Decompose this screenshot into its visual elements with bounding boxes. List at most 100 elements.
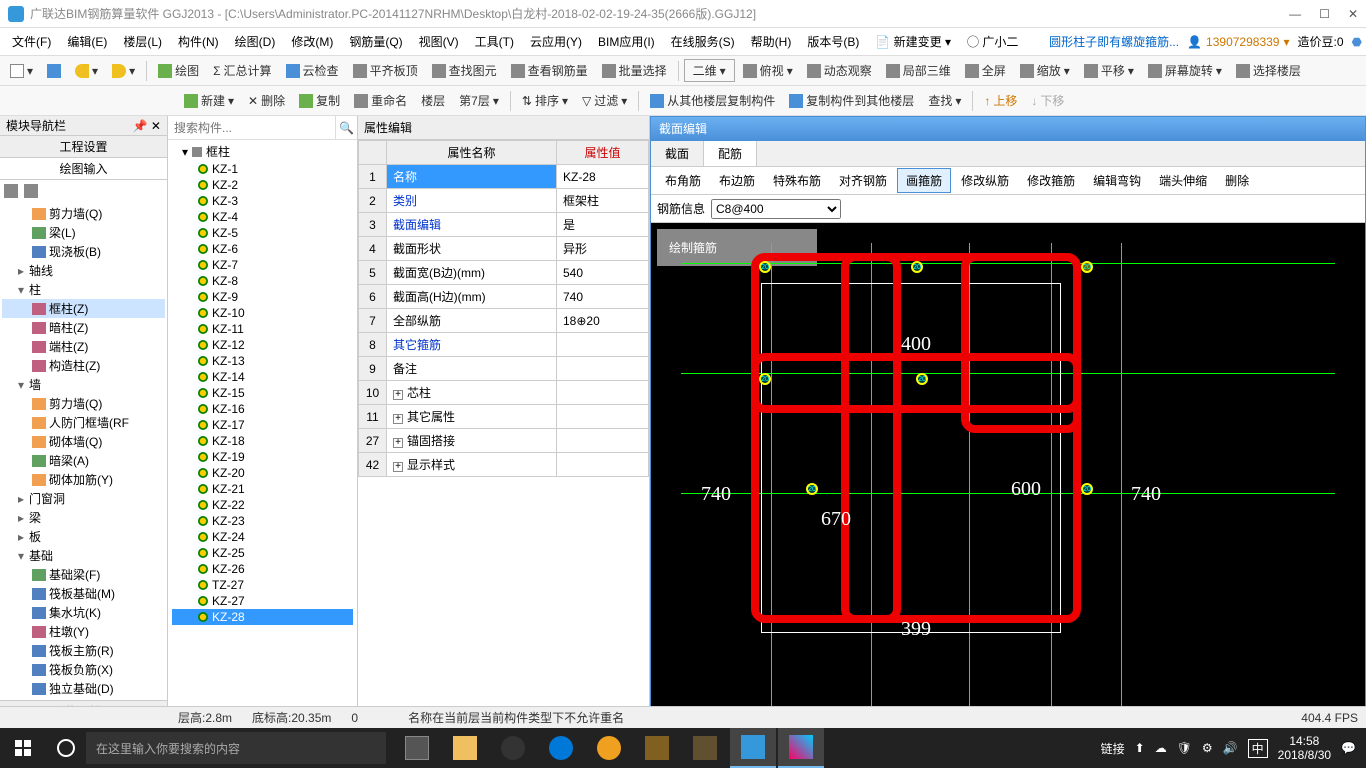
comp-item[interactable]: TZ-27	[172, 577, 353, 593]
tray-ime[interactable]: 中	[1248, 739, 1268, 758]
menu-item[interactable]: 构件(N)	[170, 31, 227, 53]
comp-item[interactable]: KZ-1	[172, 161, 353, 177]
nav-tree-node[interactable]: 剪力墙(Q)	[2, 204, 165, 223]
section-canvas[interactable]: 绘制箍筋 20 20 20 20 20 20 20	[651, 223, 1365, 721]
comp-item[interactable]: KZ-11	[172, 321, 353, 337]
app-ggj[interactable]	[730, 728, 776, 768]
app-misc1[interactable]	[634, 728, 680, 768]
nav-tree-node[interactable]: ▾基础	[2, 546, 165, 565]
comp-item[interactable]: KZ-22	[172, 497, 353, 513]
prop-row[interactable]: 27+锚固搭接	[359, 429, 649, 453]
nav-tree-node[interactable]: 暗梁(A)	[2, 451, 165, 470]
nav-tree-node[interactable]: ▸梁	[2, 508, 165, 527]
top-view-button[interactable]: 俯视 ▾	[737, 59, 799, 82]
comp-item[interactable]: KZ-17	[172, 417, 353, 433]
nav-tree-node[interactable]: ▾墙	[2, 375, 165, 394]
taskbar-search[interactable]: 在这里输入你要搜索的内容	[86, 732, 386, 764]
move-down-button[interactable]: ↓ 下移	[1025, 89, 1070, 112]
tray-icon[interactable]: ☁	[1155, 741, 1167, 755]
comp-copy-button[interactable]: 复制	[293, 89, 346, 112]
xiaoer-button[interactable]: ◯ 广小二	[959, 29, 1026, 54]
nav-tree-node[interactable]: 筏板基础(M)	[2, 584, 165, 603]
draw-button[interactable]: 绘图	[152, 59, 205, 82]
comp-item[interactable]: KZ-26	[172, 561, 353, 577]
tray-link[interactable]: 链接	[1101, 740, 1125, 757]
find-elem-button[interactable]: 查找图元	[426, 59, 503, 82]
comp-item[interactable]: KZ-23	[172, 513, 353, 529]
comp-item[interactable]: KZ-20	[172, 465, 353, 481]
comp-item[interactable]: KZ-3	[172, 193, 353, 209]
comp-item[interactable]: KZ-15	[172, 385, 353, 401]
fullscreen-button[interactable]: 全屏	[959, 59, 1012, 82]
app-360[interactable]	[490, 728, 536, 768]
section-tool-button[interactable]: 端头伸缩	[1151, 169, 1215, 192]
tree-expand-icon[interactable]	[4, 184, 18, 198]
tab-drawing[interactable]: 绘图输入	[0, 158, 167, 180]
comp-item[interactable]: KZ-19	[172, 449, 353, 465]
section-tool-button[interactable]: 特殊布筋	[765, 169, 829, 192]
comp-item[interactable]: KZ-24	[172, 529, 353, 545]
nav-tree-node[interactable]: 现浇板(B)	[2, 242, 165, 261]
comp-item[interactable]: KZ-27	[172, 593, 353, 609]
align-top-button[interactable]: 平齐板顶	[347, 59, 424, 82]
floor-select[interactable]: 第7层 ▾	[453, 89, 505, 112]
task-view-button[interactable]	[394, 728, 440, 768]
maximize-button[interactable]: ☐	[1319, 7, 1330, 21]
prop-row[interactable]: 1名称KZ-28	[359, 165, 649, 189]
menu-item[interactable]: 工具(T)	[467, 31, 522, 53]
menu-item[interactable]: 帮助(H)	[743, 31, 800, 53]
cloud-check-button[interactable]: 云检查	[280, 59, 345, 82]
nav-tree-node[interactable]: 柱墩(Y)	[2, 622, 165, 641]
tip-link[interactable]: 圆形柱子即有螺旋箍筋...	[1041, 29, 1187, 54]
section-tool-button[interactable]: 编辑弯钩	[1085, 169, 1149, 192]
pin-icon[interactable]: 📌 ✕	[133, 119, 161, 133]
prop-row[interactable]: 6截面高(H边)(mm)740	[359, 285, 649, 309]
start-button[interactable]	[0, 728, 46, 768]
comp-delete-button[interactable]: ✕ 删除	[242, 89, 291, 112]
nav-tree-node[interactable]: 端柱(Z)	[2, 337, 165, 356]
minimize-button[interactable]: —	[1289, 7, 1301, 21]
nav-tree-node[interactable]: 筏板负筋(X)	[2, 660, 165, 679]
prop-row[interactable]: 11+其它属性	[359, 405, 649, 429]
section-tool-button[interactable]: 对齐钢筋	[831, 169, 895, 192]
tab-section[interactable]: 截面	[651, 141, 704, 166]
menu-item[interactable]: 编辑(E)	[59, 31, 115, 53]
section-tool-button[interactable]: 布角筋	[657, 169, 709, 192]
nav-tree-node[interactable]: 暗柱(Z)	[2, 318, 165, 337]
comp-item[interactable]: KZ-12	[172, 337, 353, 353]
tree-collapse-icon[interactable]	[24, 184, 38, 198]
rotate-button[interactable]: 屏幕旋转 ▾	[1142, 59, 1228, 82]
rebar-info-select[interactable]: C8@400	[711, 199, 841, 219]
move-up-button[interactable]: ↑ 上移	[978, 89, 1023, 112]
app-browser[interactable]	[586, 728, 632, 768]
tab-engineering[interactable]: 工程设置	[0, 136, 167, 158]
nav-tree-node[interactable]: 筏板主筋(R)	[2, 641, 165, 660]
menu-item[interactable]: 在线服务(S)	[663, 31, 743, 53]
undo-button[interactable]: ▾	[69, 61, 104, 81]
prop-row[interactable]: 8其它箍筋	[359, 333, 649, 357]
comp-item[interactable]: KZ-25	[172, 545, 353, 561]
tray-icon[interactable]: 🔊	[1223, 741, 1238, 755]
menu-item[interactable]: 版本号(B)	[799, 31, 867, 53]
comp-item[interactable]: KZ-10	[172, 305, 353, 321]
search-icon[interactable]: 🔍	[335, 116, 357, 139]
comp-item[interactable]: KZ-5	[172, 225, 353, 241]
nav-tree-node[interactable]: 人防门框墙(RF	[2, 413, 165, 432]
comp-item[interactable]: KZ-21	[172, 481, 353, 497]
prop-row[interactable]: 5截面宽(B边)(mm)540	[359, 261, 649, 285]
prop-row[interactable]: 9备注	[359, 357, 649, 381]
orbit-button[interactable]: 动态观察	[801, 59, 878, 82]
comp-item[interactable]: KZ-13	[172, 353, 353, 369]
filter-button[interactable]: ▽ 过滤 ▾	[576, 89, 633, 112]
comp-rename-button[interactable]: 重命名	[348, 89, 413, 112]
new-doc-button[interactable]: ▾	[4, 61, 39, 81]
tab-rebar[interactable]: 配筋	[704, 141, 757, 166]
prop-row[interactable]: 7全部纵筋18⊕20	[359, 309, 649, 333]
app-misc2[interactable]	[682, 728, 728, 768]
nav-tree-node[interactable]: 集水坑(K)	[2, 603, 165, 622]
menu-item[interactable]: 修改(M)	[283, 31, 341, 53]
prop-row[interactable]: 3截面编辑是	[359, 213, 649, 237]
nav-tree-node[interactable]: 砌体墙(Q)	[2, 432, 165, 451]
tray-icon[interactable]: 🛡	[1177, 741, 1192, 755]
comp-item[interactable]: KZ-28	[172, 609, 353, 625]
